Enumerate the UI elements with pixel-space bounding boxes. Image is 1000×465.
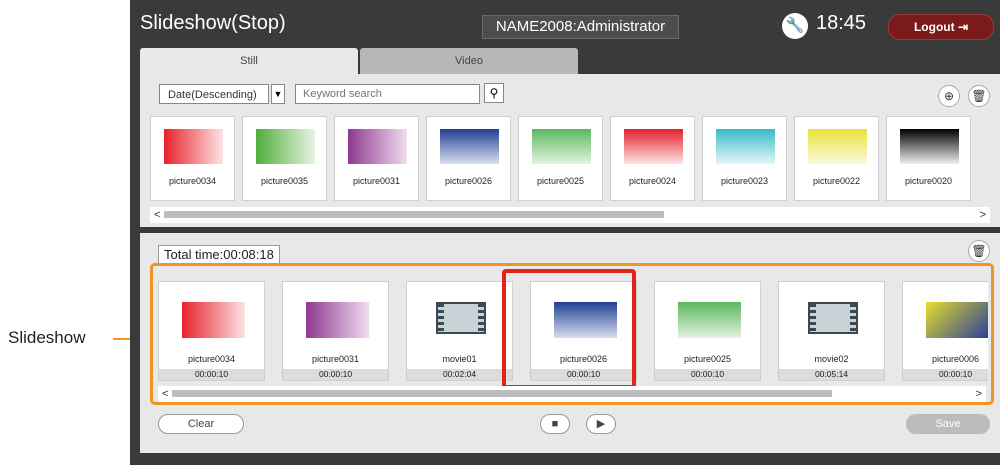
thumbnail-image: [440, 129, 499, 164]
slideshow-scrollbar[interactable]: < >: [158, 386, 986, 402]
library-item[interactable]: picture0026: [426, 116, 511, 201]
tab-video[interactable]: Video: [360, 48, 578, 74]
item-duration: 00:00:10: [655, 369, 760, 380]
library-item[interactable]: picture0035: [242, 116, 327, 201]
library-item[interactable]: picture0024: [610, 116, 695, 201]
item-label: picture0025: [536, 176, 585, 186]
wrench-icon[interactable]: 🔧: [782, 13, 808, 39]
item-duration: 00:05:14: [779, 369, 884, 380]
scroll-left-icon[interactable]: <: [154, 207, 160, 223]
item-label: picture0034: [187, 354, 236, 364]
thumbnail-image: [164, 129, 223, 164]
library-item[interactable]: picture0020: [886, 116, 971, 201]
library-scrollbar[interactable]: < >: [150, 207, 990, 223]
slideshow-panel: Total time:00:08:18 🗑 picture0034 00:00:1…: [140, 233, 1000, 453]
sort-select[interactable]: Date(Descending): [159, 84, 269, 104]
logout-button[interactable]: Logout ⇥: [888, 14, 994, 40]
library-strip: picture0034 picture0035 picture0031 picture…: [150, 116, 1000, 201]
item-label: picture0024: [628, 176, 677, 186]
item-label: picture0022: [812, 176, 861, 186]
logout-icon: ⇥: [957, 20, 969, 34]
save-button[interactable]: Save: [906, 414, 990, 434]
add-icon[interactable]: ⊕: [938, 85, 960, 107]
item-duration: 00:02:04: [407, 369, 512, 380]
selected-item-highlight: [502, 269, 636, 389]
tab-still[interactable]: Still: [140, 48, 358, 74]
item-label: picture0031: [352, 176, 401, 186]
page-title: Slideshow(Stop): [140, 12, 286, 34]
slideshow-item[interactable]: movie01 00:02:04: [406, 281, 513, 381]
item-duration: 00:00:10: [283, 369, 388, 380]
user-name: NAME2008:Administrator: [482, 15, 679, 39]
library-item[interactable]: picture0034: [150, 116, 235, 201]
slideshow-item[interactable]: movie02 00:05:14: [778, 281, 885, 381]
slideshow-item[interactable]: picture0031 00:00:10: [282, 281, 389, 381]
scroll-left-icon[interactable]: <: [162, 386, 168, 402]
thumbnail-image: [306, 302, 369, 338]
library-panel: Date(Descending) ▼ ⚲ ⊕ 🗑 picture0034pict…: [140, 74, 1000, 227]
item-label: picture0034: [168, 176, 217, 186]
thumbnail-image: [926, 302, 988, 338]
stop-icon[interactable]: ■: [540, 414, 570, 434]
scroll-thumb[interactable]: [172, 390, 832, 397]
search-icon[interactable]: ⚲: [484, 83, 504, 103]
item-duration: 00:00:10: [903, 369, 988, 380]
thumbnail-image: [716, 129, 775, 164]
slideshow-callout-label: Slideshow: [8, 328, 86, 347]
film-icon: [436, 302, 486, 334]
app-window: Slideshow(Stop) NAME2008:Administrator 🔧…: [130, 0, 1000, 465]
thumbnail-image: [182, 302, 245, 338]
clock: 18:45: [816, 12, 867, 34]
trash-icon[interactable]: 🗑: [968, 85, 990, 107]
item-label: movie01: [442, 354, 477, 364]
thumbnail-image: [624, 129, 683, 164]
logout-label: Logout: [913, 20, 955, 34]
library-item[interactable]: picture0023: [702, 116, 787, 201]
item-duration: 00:00:10: [159, 369, 264, 380]
item-label: picture0006: [931, 354, 980, 364]
scroll-thumb[interactable]: [164, 211, 664, 218]
thumbnail-image: [678, 302, 741, 338]
thumbnail-image: [256, 129, 315, 164]
slideshow-item[interactable]: picture0034 00:00:10: [158, 281, 265, 381]
library-item[interactable]: picture0025: [518, 116, 603, 201]
film-icon: [808, 302, 858, 334]
item-label: picture0020: [904, 176, 953, 186]
slideshow-item[interactable]: picture0006 00:00:10: [902, 281, 988, 381]
search-input[interactable]: [295, 84, 480, 104]
library-item[interactable]: picture0031: [334, 116, 419, 201]
item-label: picture0026: [444, 176, 493, 186]
header: Slideshow(Stop) NAME2008:Administrator 🔧…: [130, 0, 1000, 48]
total-time: Total time:00:08:18: [158, 245, 280, 264]
scroll-right-icon[interactable]: >: [980, 207, 986, 223]
chevron-down-icon[interactable]: ▼: [271, 84, 285, 104]
item-label: picture0031: [311, 354, 360, 364]
item-label: movie02: [814, 354, 849, 364]
item-label: picture0025: [683, 354, 732, 364]
library-item[interactable]: picture0022: [794, 116, 879, 201]
slideshow-item[interactable]: picture0025 00:00:10: [654, 281, 761, 381]
scroll-right-icon[interactable]: >: [976, 386, 982, 402]
item-label: picture0035: [260, 176, 309, 186]
play-icon[interactable]: ▶: [586, 414, 616, 434]
item-label: picture0023: [720, 176, 769, 186]
thumbnail-image: [348, 129, 407, 164]
thumbnail-image: [900, 129, 959, 164]
trash-icon[interactable]: 🗑: [968, 240, 990, 262]
thumbnail-image: [808, 129, 867, 164]
thumbnail-image: [532, 129, 591, 164]
clear-button[interactable]: Clear: [158, 414, 244, 434]
